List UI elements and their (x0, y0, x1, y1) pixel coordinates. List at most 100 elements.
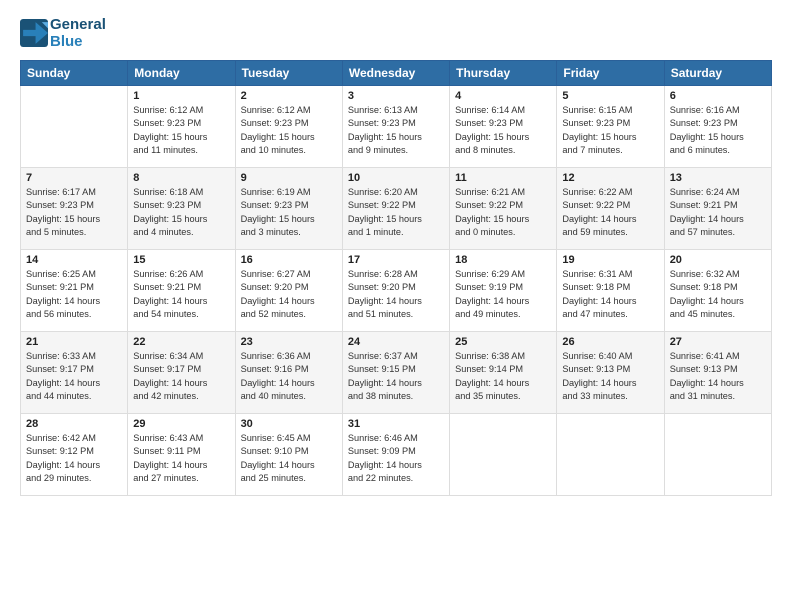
day-number: 14 (26, 254, 122, 266)
day-number: 28 (26, 418, 122, 430)
calendar-cell: 4 Sunrise: 6:14 AM Sunset: 9:23 PM Daylig… (450, 86, 557, 168)
day-info: Sunrise: 6:45 AM Sunset: 9:10 PM Dayligh… (241, 432, 337, 485)
calendar-cell: 22 Sunrise: 6:34 AM Sunset: 9:17 PM Dayli… (128, 332, 235, 414)
day-number: 8 (133, 172, 229, 184)
day-number: 26 (562, 336, 658, 348)
day-info: Sunrise: 6:33 AM Sunset: 9:17 PM Dayligh… (26, 350, 122, 403)
calendar-cell: 7 Sunrise: 6:17 AM Sunset: 9:23 PM Daylig… (21, 168, 128, 250)
day-info: Sunrise: 6:25 AM Sunset: 9:21 PM Dayligh… (26, 268, 122, 321)
day-info: Sunrise: 6:19 AM Sunset: 9:23 PM Dayligh… (241, 186, 337, 239)
weekday-saturday: Saturday (664, 61, 771, 86)
page: General Blue SundayMondayTuesdayWednesda… (0, 0, 792, 612)
week-row-3: 21 Sunrise: 6:33 AM Sunset: 9:17 PM Dayli… (21, 332, 772, 414)
calendar-cell: 8 Sunrise: 6:18 AM Sunset: 9:23 PM Daylig… (128, 168, 235, 250)
weekday-friday: Friday (557, 61, 664, 86)
calendar-cell: 24 Sunrise: 6:37 AM Sunset: 9:15 PM Dayli… (342, 332, 449, 414)
calendar-cell: 15 Sunrise: 6:26 AM Sunset: 9:21 PM Dayli… (128, 250, 235, 332)
calendar-cell: 21 Sunrise: 6:33 AM Sunset: 9:17 PM Dayli… (21, 332, 128, 414)
weekday-monday: Monday (128, 61, 235, 86)
day-number: 21 (26, 336, 122, 348)
calendar-cell: 10 Sunrise: 6:20 AM Sunset: 9:22 PM Dayli… (342, 168, 449, 250)
day-number: 29 (133, 418, 229, 430)
day-info: Sunrise: 6:37 AM Sunset: 9:15 PM Dayligh… (348, 350, 444, 403)
day-info: Sunrise: 6:26 AM Sunset: 9:21 PM Dayligh… (133, 268, 229, 321)
calendar-cell (664, 414, 771, 496)
day-number: 18 (455, 254, 551, 266)
day-info: Sunrise: 6:27 AM Sunset: 9:20 PM Dayligh… (241, 268, 337, 321)
calendar-cell: 18Sunrise: 6:29 AM Sunset: 9:19 PM Dayli… (450, 250, 557, 332)
weekday-wednesday: Wednesday (342, 61, 449, 86)
day-number: 24 (348, 336, 444, 348)
day-number: 3 (348, 90, 444, 102)
calendar-cell: 23 Sunrise: 6:36 AM Sunset: 9:16 PM Dayli… (235, 332, 342, 414)
day-info: Sunrise: 6:15 AM Sunset: 9:23 PM Dayligh… (562, 104, 658, 157)
day-info: Sunrise: 6:14 AM Sunset: 9:23 PM Dayligh… (455, 104, 551, 157)
calendar-cell (21, 86, 128, 168)
day-number: 20 (670, 254, 766, 266)
day-number: 4 (455, 90, 551, 102)
logo-icon (20, 19, 48, 47)
day-info: Sunrise: 6:17 AM Sunset: 9:23 PM Dayligh… (26, 186, 122, 239)
day-number: 31 (348, 418, 444, 430)
week-row-2: 14 Sunrise: 6:25 AM Sunset: 9:21 PM Dayli… (21, 250, 772, 332)
day-info: Sunrise: 6:34 AM Sunset: 9:17 PM Dayligh… (133, 350, 229, 403)
weekday-thursday: Thursday (450, 61, 557, 86)
day-info: Sunrise: 6:28 AM Sunset: 9:20 PM Dayligh… (348, 268, 444, 321)
logo: General Blue (20, 16, 106, 50)
week-row-0: 1Sunrise: 6:12 AM Sunset: 9:23 PM Daylig… (21, 86, 772, 168)
logo-text: General Blue (50, 16, 106, 50)
calendar-cell: 25 Sunrise: 6:38 AM Sunset: 9:14 PM Dayli… (450, 332, 557, 414)
day-number: 13 (670, 172, 766, 184)
day-info: Sunrise: 6:24 AM Sunset: 9:21 PM Dayligh… (670, 186, 766, 239)
day-info: Sunrise: 6:42 AM Sunset: 9:12 PM Dayligh… (26, 432, 122, 485)
day-info: Sunrise: 6:22 AM Sunset: 9:22 PM Dayligh… (562, 186, 658, 239)
calendar-cell: 29 Sunrise: 6:43 AM Sunset: 9:11 PM Dayli… (128, 414, 235, 496)
calendar-cell: 31 Sunrise: 6:46 AM Sunset: 9:09 PM Dayli… (342, 414, 449, 496)
day-number: 19 (562, 254, 658, 266)
day-number: 5 (562, 90, 658, 102)
calendar-cell: 13 Sunrise: 6:24 AM Sunset: 9:21 PM Dayli… (664, 168, 771, 250)
day-info: Sunrise: 6:21 AM Sunset: 9:22 PM Dayligh… (455, 186, 551, 239)
day-info: Sunrise: 6:46 AM Sunset: 9:09 PM Dayligh… (348, 432, 444, 485)
calendar-cell: 17Sunrise: 6:28 AM Sunset: 9:20 PM Dayli… (342, 250, 449, 332)
day-info: Sunrise: 6:36 AM Sunset: 9:16 PM Dayligh… (241, 350, 337, 403)
day-info: Sunrise: 6:18 AM Sunset: 9:23 PM Dayligh… (133, 186, 229, 239)
calendar-cell: 16 Sunrise: 6:27 AM Sunset: 9:20 PM Dayli… (235, 250, 342, 332)
calendar-cell: 5 Sunrise: 6:15 AM Sunset: 9:23 PM Daylig… (557, 86, 664, 168)
day-number: 15 (133, 254, 229, 266)
day-info: Sunrise: 6:31 AM Sunset: 9:18 PM Dayligh… (562, 268, 658, 321)
calendar-cell: 9 Sunrise: 6:19 AM Sunset: 9:23 PM Daylig… (235, 168, 342, 250)
day-info: Sunrise: 6:32 AM Sunset: 9:18 PM Dayligh… (670, 268, 766, 321)
day-info: Sunrise: 6:20 AM Sunset: 9:22 PM Dayligh… (348, 186, 444, 239)
calendar-cell: 19 Sunrise: 6:31 AM Sunset: 9:18 PM Dayli… (557, 250, 664, 332)
day-info: Sunrise: 6:43 AM Sunset: 9:11 PM Dayligh… (133, 432, 229, 485)
day-info: Sunrise: 6:41 AM Sunset: 9:13 PM Dayligh… (670, 350, 766, 403)
day-info: Sunrise: 6:12 AM Sunset: 9:23 PM Dayligh… (241, 104, 337, 157)
week-row-4: 28 Sunrise: 6:42 AM Sunset: 9:12 PM Dayli… (21, 414, 772, 496)
day-number: 25 (455, 336, 551, 348)
calendar-cell: 11Sunrise: 6:21 AM Sunset: 9:22 PM Dayli… (450, 168, 557, 250)
header: General Blue (20, 16, 772, 50)
calendar-cell: 6Sunrise: 6:16 AM Sunset: 9:23 PM Daylig… (664, 86, 771, 168)
day-number: 9 (241, 172, 337, 184)
day-info: Sunrise: 6:12 AM Sunset: 9:23 PM Dayligh… (133, 104, 229, 157)
day-info: Sunrise: 6:38 AM Sunset: 9:14 PM Dayligh… (455, 350, 551, 403)
weekday-sunday: Sunday (21, 61, 128, 86)
calendar-cell (450, 414, 557, 496)
calendar-cell: 12Sunrise: 6:22 AM Sunset: 9:22 PM Dayli… (557, 168, 664, 250)
weekday-tuesday: Tuesday (235, 61, 342, 86)
day-number: 23 (241, 336, 337, 348)
calendar-cell: 14 Sunrise: 6:25 AM Sunset: 9:21 PM Dayli… (21, 250, 128, 332)
day-number: 7 (26, 172, 122, 184)
day-info: Sunrise: 6:16 AM Sunset: 9:23 PM Dayligh… (670, 104, 766, 157)
day-number: 2 (241, 90, 337, 102)
calendar-table: SundayMondayTuesdayWednesdayThursdayFrid… (20, 60, 772, 496)
calendar-cell: 26 Sunrise: 6:40 AM Sunset: 9:13 PM Dayli… (557, 332, 664, 414)
day-info: Sunrise: 6:40 AM Sunset: 9:13 PM Dayligh… (562, 350, 658, 403)
day-number: 16 (241, 254, 337, 266)
day-number: 27 (670, 336, 766, 348)
day-number: 30 (241, 418, 337, 430)
day-number: 22 (133, 336, 229, 348)
calendar-cell: 20 Sunrise: 6:32 AM Sunset: 9:18 PM Dayli… (664, 250, 771, 332)
day-number: 10 (348, 172, 444, 184)
